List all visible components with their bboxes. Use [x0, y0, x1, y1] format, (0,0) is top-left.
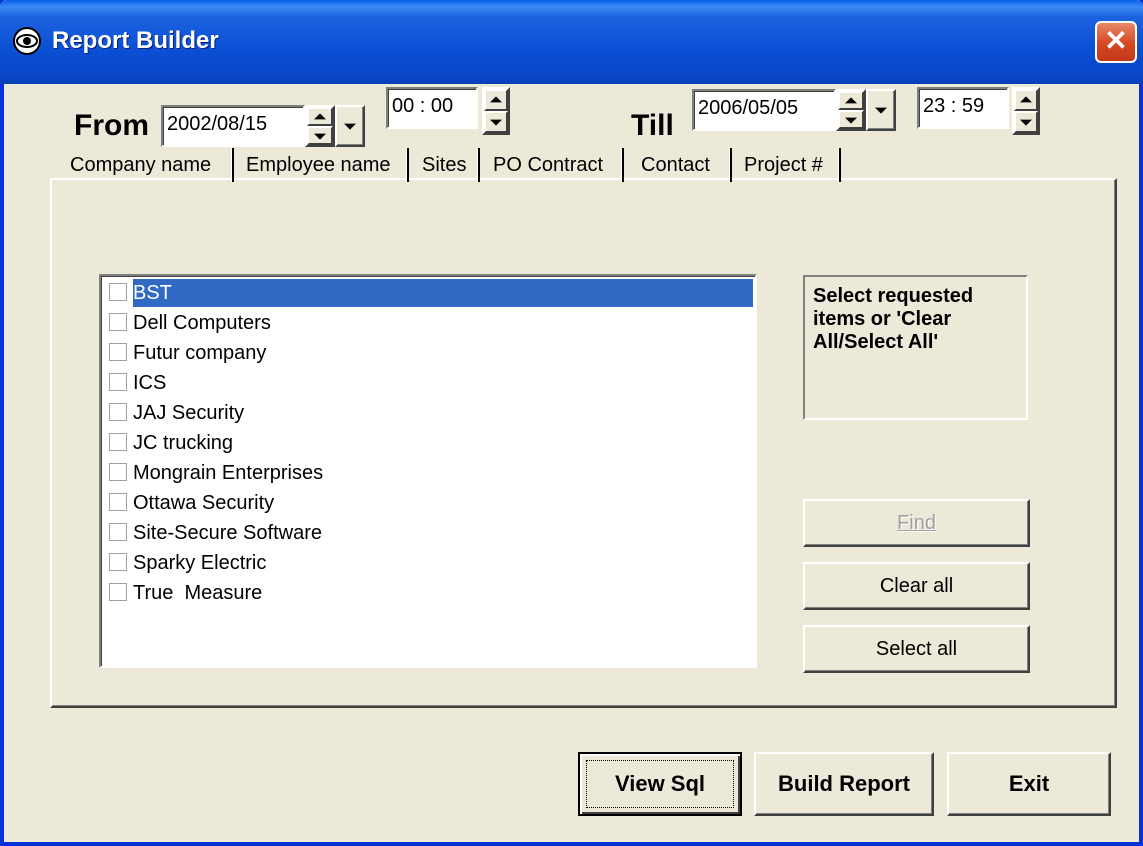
checkbox[interactable] — [109, 493, 127, 511]
title-bar[interactable]: Report Builder ✕ — [0, 0, 1143, 84]
from-date-spin-up[interactable] — [307, 107, 333, 126]
checkbox[interactable] — [109, 343, 127, 361]
arrow-up-icon — [1020, 96, 1032, 103]
from-date-spinner[interactable] — [305, 105, 335, 147]
list-item[interactable]: Ottawa Security — [105, 489, 753, 517]
select-all-button[interactable]: Select all — [803, 625, 1030, 673]
report-builder-window: Report Builder ✕ From 2002/08/15 00 : 00… — [0, 0, 1143, 846]
tab-employee-name[interactable]: Employee name — [246, 154, 391, 177]
clear-all-button[interactable]: Clear all — [803, 562, 1030, 610]
list-item[interactable]: Dell Computers — [105, 309, 753, 337]
arrow-up-icon — [314, 112, 326, 119]
from-date-spin-down[interactable] — [307, 126, 333, 145]
window-title: Report Builder — [52, 27, 219, 54]
list-item[interactable]: Site-Secure Software — [105, 519, 753, 547]
from-time-spin-up[interactable] — [484, 89, 508, 111]
company-checklist[interactable]: BST Dell Computers Futur company ICS JAJ… — [99, 274, 757, 668]
close-button[interactable]: ✕ — [1095, 21, 1137, 63]
till-date-spin-up[interactable] — [838, 91, 864, 110]
chevron-down-icon — [875, 107, 887, 114]
eye-icon — [13, 27, 41, 55]
from-time-spinner[interactable] — [482, 87, 510, 135]
tab-sites[interactable]: Sites — [422, 154, 466, 177]
chevron-down-icon — [344, 123, 356, 130]
checkbox[interactable] — [109, 523, 127, 541]
arrow-down-icon — [845, 117, 857, 124]
tab-divider — [406, 148, 409, 182]
from-time-field[interactable]: 00 : 00 — [386, 87, 478, 129]
checkbox[interactable] — [109, 433, 127, 451]
till-time-field[interactable]: 23 : 59 — [917, 87, 1009, 129]
from-date-field[interactable]: 2002/08/15 — [161, 105, 305, 147]
focus-ring — [586, 760, 734, 808]
arrow-down-icon — [1020, 119, 1032, 126]
list-item[interactable]: Sparky Electric — [105, 549, 753, 577]
instructions-box: Select requested items or 'Clear All/Sel… — [803, 275, 1028, 420]
view-sql-button[interactable]: View Sql — [578, 752, 742, 816]
till-date-field[interactable]: 2006/05/05 — [692, 89, 836, 131]
find-button[interactable]: Find — [803, 499, 1030, 547]
from-time-spin-down[interactable] — [484, 111, 508, 133]
list-item[interactable]: ICS — [105, 369, 753, 397]
till-date-dropdown-button[interactable] — [866, 89, 896, 131]
checkbox[interactable] — [109, 313, 127, 331]
exit-button[interactable]: Exit — [947, 752, 1111, 816]
tab-divider — [729, 148, 732, 182]
arrow-down-icon — [490, 119, 502, 126]
till-time-spin-down[interactable] — [1014, 111, 1038, 133]
tab-project[interactable]: Project # — [744, 154, 823, 177]
tab-divider — [231, 148, 234, 182]
till-time-spinner[interactable] — [1012, 87, 1040, 135]
checkbox[interactable] — [109, 583, 127, 601]
arrow-down-icon — [314, 133, 326, 140]
list-item[interactable]: BST — [105, 279, 753, 307]
list-item[interactable]: JC trucking — [105, 429, 753, 457]
close-icon: ✕ — [1104, 25, 1128, 56]
till-date-spinner[interactable] — [836, 89, 866, 131]
tab-divider — [477, 148, 480, 182]
tab-po-contract[interactable]: PO Contract — [493, 154, 603, 177]
from-label: From — [74, 109, 149, 142]
list-item[interactable]: Futur company — [105, 339, 753, 367]
checkbox[interactable] — [109, 373, 127, 391]
tab-divider — [838, 148, 841, 182]
tab-divider — [621, 148, 624, 182]
tab-contact[interactable]: Contact — [641, 154, 710, 177]
from-date-dropdown-button[interactable] — [335, 105, 365, 147]
list-item[interactable]: True Measure — [105, 579, 753, 607]
checkbox[interactable] — [109, 283, 127, 301]
list-item[interactable]: JAJ Security — [105, 399, 753, 427]
tab-company-name[interactable]: Company name — [70, 154, 211, 177]
checkbox[interactable] — [109, 403, 127, 421]
arrow-up-icon — [490, 96, 502, 103]
till-date-spin-down[interactable] — [838, 110, 864, 129]
list-item[interactable]: Mongrain Enterprises — [105, 459, 753, 487]
till-time-spin-up[interactable] — [1014, 89, 1038, 111]
checkbox[interactable] — [109, 553, 127, 571]
build-report-button[interactable]: Build Report — [754, 752, 934, 816]
arrow-up-icon — [845, 96, 857, 103]
till-label: Till — [631, 109, 674, 142]
checkbox[interactable] — [109, 463, 127, 481]
